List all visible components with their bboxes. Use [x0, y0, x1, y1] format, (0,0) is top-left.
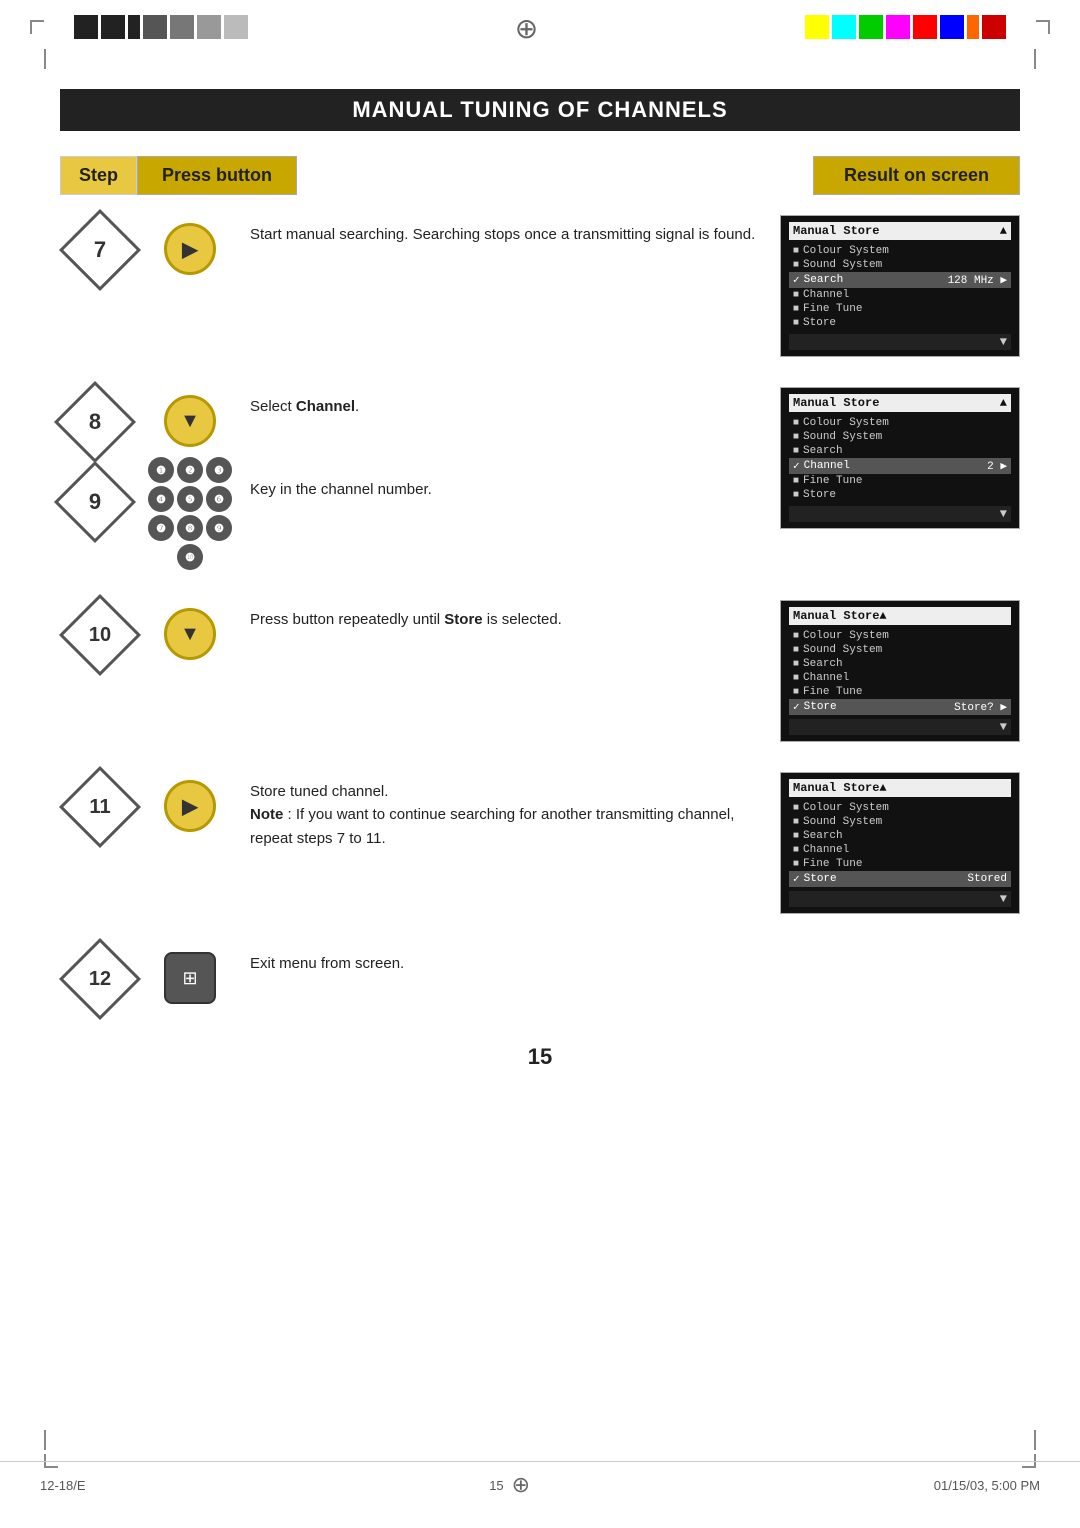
- step-11-button-col: ▶: [140, 772, 240, 832]
- step-num-8: 8: [60, 387, 130, 457]
- step-num-10: 10: [60, 600, 140, 670]
- crosshair-bottom-icon: ⊕: [512, 1472, 530, 1498]
- numpad-9: ❶ ❷ ❸ ❹ ❺ ❻ ❼ ❽ ❾ ❿: [148, 457, 232, 570]
- step-12-button-col: ⊞: [140, 944, 240, 1004]
- num-0[interactable]: ❿: [177, 544, 203, 570]
- step-10-description: Press button repeatedly until Store is s…: [240, 600, 780, 631]
- step-row-8-9: 8 9 ▼ ❶ ❷ ❸ ❹ ❺ ❻ ❼ ❽ ❾ ❿: [60, 387, 1020, 570]
- step-10-number: 10: [89, 624, 111, 647]
- step-header: Step: [60, 156, 137, 195]
- step-7-button-col: ▶: [140, 215, 240, 275]
- step-num-12: 12: [60, 944, 140, 1014]
- footer-center: 15: [489, 1478, 503, 1493]
- down-arrow-button-10[interactable]: ▼: [164, 608, 216, 660]
- step-num-9: 9: [60, 467, 130, 537]
- num-2[interactable]: ❷: [177, 457, 203, 483]
- step-num-11: 11: [60, 772, 140, 842]
- step-7-screen: Manual Store▲ ■Colour System ■Sound Syst…: [780, 215, 1020, 357]
- step-8-9-description: Select Channel. Key in the channel numbe…: [240, 387, 780, 502]
- step-12-number: 12: [89, 968, 111, 991]
- page-title: Manual Tuning of Channels: [60, 89, 1020, 131]
- footer-right: 01/15/03, 5:00 PM: [934, 1478, 1040, 1493]
- main-content: Manual Tuning of Channels Step Press but…: [0, 69, 1080, 1140]
- step-row-7: 7 ▶ Start manual searching. Searching st…: [60, 215, 1020, 357]
- footer-left: 12-18/E: [40, 1478, 86, 1493]
- step-row-10: 10 ▼ Press button repeatedly until Store…: [60, 600, 1020, 742]
- right-arrow-button-7[interactable]: ▶: [164, 223, 216, 275]
- step-num-7: 7: [60, 215, 140, 285]
- down-arrow-button-8[interactable]: ▼: [164, 395, 216, 447]
- header-row: Step Press button Result on screen: [60, 156, 1020, 195]
- num-9[interactable]: ❾: [206, 515, 232, 541]
- result-header: Result on screen: [813, 156, 1020, 195]
- step-11-number: 11: [89, 796, 110, 819]
- menu-button-12[interactable]: ⊞: [164, 952, 216, 1004]
- step-8-9-screen: Manual Store▲ ■Colour System ■Sound Syst…: [780, 387, 1020, 529]
- step-12-description: Exit menu from screen.: [240, 944, 780, 975]
- right-arrow-button-11[interactable]: ▶: [164, 780, 216, 832]
- page-number: 15: [60, 1044, 1020, 1070]
- step-row-11: 11 ▶ Store tuned channel. Note : If you …: [60, 772, 1020, 914]
- num-3[interactable]: ❸: [206, 457, 232, 483]
- step-11-screen: Manual Store▲ ■Colour System ■Sound Syst…: [780, 772, 1020, 914]
- step-10-screen: Manual Store▲ ■Colour System ■Sound Syst…: [780, 600, 1020, 742]
- num-5[interactable]: ❺: [177, 486, 203, 512]
- step-7-description: Start manual searching. Searching stops …: [240, 215, 780, 246]
- num-8[interactable]: ❽: [177, 515, 203, 541]
- num-6[interactable]: ❻: [206, 486, 232, 512]
- step-11-description: Store tuned channel. Note : If you want …: [240, 772, 780, 850]
- footer: 12-18/E 15 ⊕ 01/15/03, 5:00 PM: [0, 1461, 1080, 1508]
- step-10-button-col: ▼: [140, 600, 240, 660]
- num-7[interactable]: ❼: [148, 515, 174, 541]
- press-button-header: Press button: [137, 156, 297, 195]
- num-4[interactable]: ❹: [148, 486, 174, 512]
- step-7-number: 7: [94, 237, 106, 263]
- step-row-12: 12 ⊞ Exit menu from screen.: [60, 944, 1020, 1014]
- num-1[interactable]: ❶: [148, 457, 174, 483]
